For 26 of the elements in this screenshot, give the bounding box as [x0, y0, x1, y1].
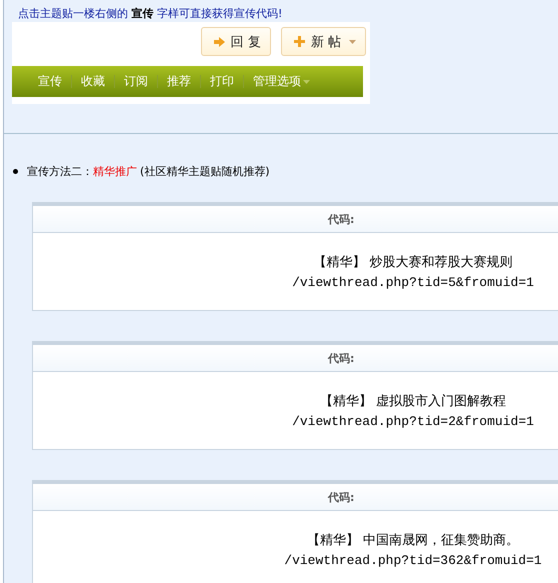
code-header: 代码: — [328, 212, 354, 226]
menu-item[interactable]: 订阅 — [124, 73, 148, 90]
menu-item[interactable]: 打印 — [210, 73, 234, 90]
method-note: (社区精华主题贴随机推荐) — [140, 164, 270, 178]
method-highlight: 精华推广 — [93, 164, 137, 178]
menu-item[interactable]: 宣传 — [38, 73, 62, 90]
code-title: 【精华】 虚拟股市入门图解教程 — [320, 393, 506, 410]
notice-text: 点击主题贴一楼右侧的 宣传 字样可直接获得宣传代码! — [17, 6, 284, 22]
menu-item[interactable]: 管理选项 — [253, 73, 310, 90]
code-header: 代码: — [328, 490, 354, 504]
code-url: /viewthread.php?tid=5&fromuid=1 — [292, 275, 534, 290]
code-title: 【精华】 炒股大赛和荐股大赛规则 — [313, 254, 513, 271]
menu-item[interactable]: 收藏 — [81, 73, 105, 90]
code-header: 代码: — [328, 350, 354, 366]
code-url: /viewthread.php?tid=362&fromuid=1 — [284, 553, 542, 568]
menu-item[interactable]: 推荐 — [167, 73, 191, 90]
bullet-icon — [13, 168, 18, 174]
caret-icon — [303, 80, 310, 84]
new-post-button[interactable]: 新 帖 — [280, 27, 366, 56]
reply-button[interactable]: 回 复 — [200, 27, 271, 56]
code-url: /viewthread.php?tid=2&fromuid=1 — [292, 414, 534, 429]
caret-icon — [349, 40, 356, 44]
arrow-icon — [214, 36, 225, 46]
plus-icon — [294, 36, 305, 47]
code-title: 【精华】 中国南晟网，征集赞助商。 — [306, 532, 520, 549]
method-label: 宣传方法二： — [27, 164, 93, 178]
